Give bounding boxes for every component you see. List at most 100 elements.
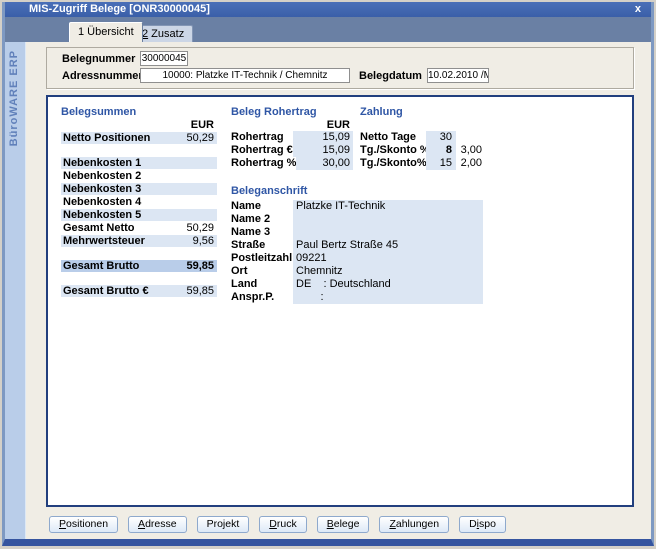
btn-accelerator: B: [327, 518, 334, 530]
section-beleganschrift: Beleganschrift Name Platzke IT-Technik N…: [231, 185, 483, 304]
row-percent: 3,00: [456, 144, 482, 157]
btn-text: ruck: [277, 518, 297, 530]
row-label: Netto Tage: [360, 131, 426, 144]
rohertrag-row-eur: Rohertrag € 15,09: [231, 144, 353, 157]
row-value: :: [293, 291, 483, 304]
row-days: 30: [426, 131, 456, 144]
belegsummen-title: Belegsummen: [61, 106, 217, 119]
summary-row-mehrwertsteuer: Mehrwertsteuer 9,56: [61, 235, 217, 247]
section-zahlung: Zahlung Netto Tage 30 Tg./Skonto % 8 3,0…: [360, 106, 482, 170]
row-value: 09221: [293, 252, 483, 265]
btn-text: ositionen: [66, 518, 108, 530]
belegdatum-input[interactable]: [427, 68, 489, 83]
tab-uebersicht[interactable]: 1 Übersicht: [69, 22, 143, 42]
adressnummer-input[interactable]: [140, 68, 350, 83]
zahlung-row-skonto-2: Tg./Skonto% 15 2,00: [360, 157, 482, 170]
btn-text: elege: [334, 518, 360, 530]
druck-button[interactable]: Druck: [259, 516, 306, 533]
rohertrag-row: Rohertrag 15,09: [231, 131, 353, 144]
detail-panel: Belegsummen EUR Netto Positionen 50,29 N…: [46, 95, 634, 507]
belegdatum-label: Belegdatum: [359, 69, 422, 83]
row-value: [174, 209, 217, 221]
row-label: Nebenkosten 2: [61, 170, 174, 182]
positionen-button[interactable]: Positionen: [49, 516, 118, 533]
summary-row-gesamt-brutto-eur: Gesamt Brutto € 59,85: [61, 285, 217, 297]
row-label: Rohertrag €: [231, 144, 293, 157]
zahlung-header-spacer: [360, 119, 482, 131]
adressnummer-label: Adressnummer: [62, 69, 143, 83]
tab-uebersicht-label: 1 Übersicht: [78, 26, 134, 38]
belege-button[interactable]: Belege: [317, 516, 370, 533]
summary-row-nebenkosten-4: Nebenkosten 4: [61, 196, 217, 208]
row-label: Anspr.P.: [231, 291, 293, 304]
anschrift-row-name: Name Platzke IT-Technik: [231, 200, 483, 213]
row-value: Platzke IT-Technik: [293, 200, 483, 213]
dispo-button[interactable]: Dispo: [459, 516, 506, 533]
title-bar[interactable]: MIS-Zugriff Belege [ONR30000045] x: [5, 2, 651, 17]
row-value: [174, 183, 217, 195]
rohertrag-currency-header: EUR: [231, 119, 353, 131]
row-value: 59,85: [174, 285, 217, 297]
row-value: 59,85: [174, 260, 217, 272]
row-label: Gesamt Brutto €: [61, 285, 174, 297]
beleganschrift-title: Beleganschrift: [231, 185, 483, 198]
zahlung-row-skonto-1: Tg./Skonto % 8 3,00: [360, 144, 482, 157]
row-label: Gesamt Brutto: [61, 260, 174, 272]
btn-text: Pro: [207, 518, 223, 530]
btn-text: ekt: [225, 518, 239, 530]
row-value: 30,00: [296, 157, 353, 170]
btn-text: ahlungen: [396, 518, 439, 530]
anschrift-row-plz: Postleitzahl 09221: [231, 252, 483, 265]
anschrift-row-name2: Name 2: [231, 213, 483, 226]
brand-vertical-text: BüroWARE ERP: [8, 50, 20, 146]
row-value: [174, 196, 217, 208]
row-value: Chemnitz: [293, 265, 483, 278]
row-label: Nebenkosten 1: [61, 157, 174, 169]
row-value: 50,29: [174, 132, 217, 144]
projekt-button[interactable]: Projekt: [197, 516, 250, 533]
tab-strip: 1 Übersicht 2 Zusatz: [5, 17, 651, 42]
summary-row-nebenkosten-3: Nebenkosten 3: [61, 183, 217, 195]
rohertrag-row-percent: Rohertrag % 30,00: [231, 157, 353, 170]
summary-row-gesamt-brutto: Gesamt Brutto 59,85: [61, 260, 217, 272]
anschrift-row-name3: Name 3: [231, 226, 483, 239]
summary-row-nebenkosten-2: Nebenkosten 2: [61, 170, 217, 182]
btn-accelerator: P: [59, 518, 66, 530]
tab-zusatz-label: Zusatz: [148, 28, 184, 40]
window-title: MIS-Zugriff Belege [ONR30000045]: [29, 3, 210, 15]
app-window: MIS-Zugriff Belege [ONR30000045] x 1 Übe…: [2, 2, 654, 546]
anschrift-row-land: Land DE : Deutschland: [231, 278, 483, 291]
belegsummen-currency-header: EUR: [61, 119, 217, 131]
row-percent: 2,00: [456, 157, 482, 170]
zahlung-row-netto-tage: Netto Tage 30: [360, 131, 482, 144]
action-button-row: Positionen Adresse Projekt Druck Belege …: [49, 516, 506, 533]
belegnummer-label: Belegnummer: [62, 52, 135, 66]
summary-row-netto-positionen: Netto Positionen 50,29: [61, 132, 217, 144]
row-label: Gesamt Netto: [61, 222, 174, 234]
belegnummer-input[interactable]: [140, 51, 188, 66]
summary-row-nebenkosten-5: Nebenkosten 5: [61, 209, 217, 221]
zahlungen-button[interactable]: Zahlungen: [379, 516, 449, 533]
row-label: Rohertrag: [231, 131, 293, 144]
anschrift-row-ort: Ort Chemnitz: [231, 265, 483, 278]
tab-page-uebersicht: Belegnummer Adressnummer Belegdatum Bele…: [26, 42, 651, 539]
document-header-group: Belegnummer Adressnummer Belegdatum: [46, 47, 634, 89]
row-days: 15: [426, 157, 456, 170]
anschrift-row-ansprechpartner: Anspr.P. :: [231, 291, 483, 304]
row-days: 8: [426, 144, 456, 157]
close-icon[interactable]: x: [635, 2, 641, 16]
row-label: Netto Positionen: [61, 132, 174, 144]
adresse-button[interactable]: Adresse: [128, 516, 187, 533]
row-value: [293, 226, 483, 239]
summary-row-nebenkosten-1: Nebenkosten 1: [61, 157, 217, 169]
row-percent: [456, 131, 482, 144]
row-value: [293, 213, 483, 226]
btn-text: spo: [479, 518, 496, 530]
row-value: Paul Bertz Straße 45: [293, 239, 483, 252]
row-value: 15,09: [293, 131, 353, 144]
btn-accelerator: D: [269, 518, 277, 530]
row-label: Tg./Skonto %: [360, 144, 426, 157]
brand-side-strip: BüroWARE ERP: [5, 42, 26, 539]
row-label: Land: [231, 278, 293, 291]
section-belegsummen: Belegsummen EUR Netto Positionen 50,29 N…: [61, 106, 217, 297]
